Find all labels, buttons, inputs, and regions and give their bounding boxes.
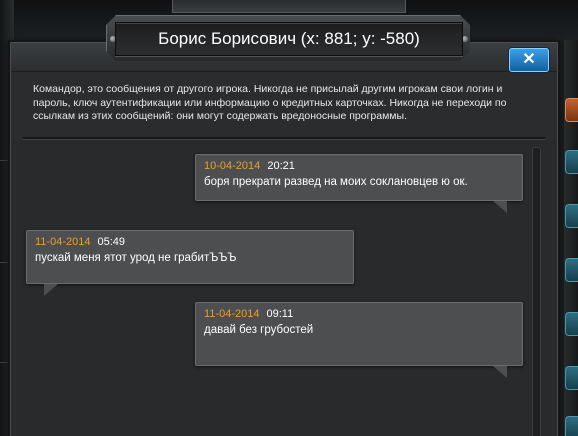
bubble-tail <box>44 284 58 296</box>
side-button[interactable] <box>565 312 578 336</box>
message-date: 11-04-2014 <box>204 308 260 320</box>
side-button[interactable] <box>565 416 578 436</box>
message-date: 11-04-2014 <box>35 236 91 248</box>
side-button[interactable] <box>565 204 578 228</box>
message-meta: 11-04-2014 05:49 <box>35 235 345 250</box>
message-bubble: 11-04-2014 09:11 давай без грубостей <box>195 302 523 366</box>
side-button[interactable] <box>565 150 578 174</box>
message-bubble: 10-04-2014 20:21 боря прекрати развед на… <box>195 154 523 201</box>
side-button-orange[interactable] <box>565 98 578 122</box>
close-button[interactable]: ✕ <box>509 48 549 72</box>
message-date: 10-04-2014 <box>204 160 261 172</box>
message-bubble: 11-04-2014 05:49 пускай меня ятот урод н… <box>26 230 354 284</box>
message-text: пускай меня ятот урод не грабитЪЪЪ <box>35 252 237 264</box>
message-dialog: ✕ Командор, это сообщения от другого игр… <box>10 42 558 436</box>
message-text: давай без грубостей <box>204 324 314 336</box>
bubble-tail <box>493 201 507 213</box>
top-frame-tab <box>172 0 406 13</box>
message-time: 20:21 <box>267 160 295 172</box>
side-button[interactable] <box>565 366 578 390</box>
close-icon: ✕ <box>522 51 536 68</box>
security-warning: Командор, это сообщения от другого игрок… <box>33 83 507 122</box>
message-text: боря прекрати развед на моих сокланoвцев… <box>204 176 468 188</box>
scrollbar[interactable] <box>532 147 541 436</box>
bubble-tail <box>493 366 507 378</box>
message-time: 09:11 <box>266 308 294 320</box>
title-plate: Борис Борисович (x: 881; y: -580) <box>106 15 470 61</box>
message-time: 05:49 <box>97 236 126 248</box>
side-button[interactable] <box>565 258 578 282</box>
dialog-title: Борис Борисович (x: 881; y: -580) <box>115 22 463 56</box>
message-meta: 11-04-2014 09:11 <box>204 307 514 322</box>
message-meta: 10-04-2014 20:21 <box>204 159 514 174</box>
